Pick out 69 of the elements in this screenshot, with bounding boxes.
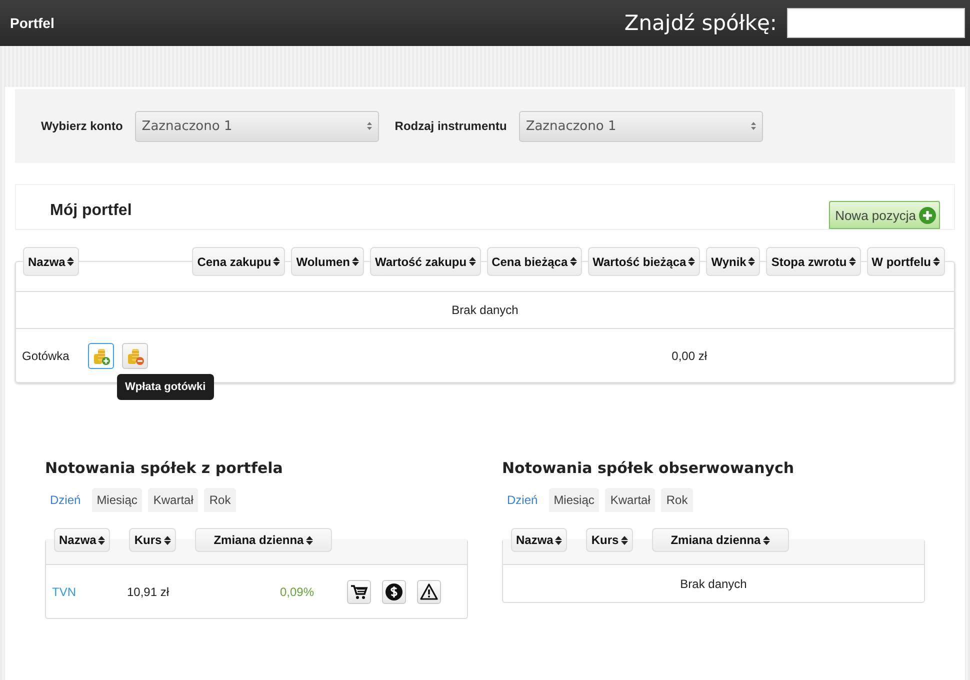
sort-icon (848, 257, 856, 266)
column-header[interactable]: Zmiana dzienna (652, 528, 789, 552)
select-field[interactable]: Zaznaczono 1 (134, 110, 379, 142)
column-header[interactable]: W portfelu (866, 247, 945, 276)
select-field[interactable]: Zaznaczono 1 (518, 110, 763, 142)
sort-icon (688, 257, 696, 266)
column-header[interactable]: Wartość zakupu (370, 247, 481, 276)
cart-button[interactable] (347, 580, 371, 604)
section-title: Mój portfel (50, 202, 132, 220)
tab[interactable]: Kwartał (605, 488, 656, 512)
sort-icon (164, 536, 171, 544)
add-icon (919, 206, 936, 224)
tab[interactable]: Miesiąc (548, 488, 600, 512)
table-cell-text: 0,09% (278, 585, 314, 599)
table-cell-text: 10,91 zł (127, 585, 170, 599)
column-header[interactable]: Kurs (586, 528, 633, 552)
filter-label: Wybierz konto (41, 119, 123, 133)
sort-icon (352, 257, 359, 266)
sort-icon (570, 257, 577, 266)
cart-icon (350, 583, 368, 601)
section-title: Notowania spółek obserwowanych (502, 459, 796, 477)
sort-icon (366, 122, 372, 130)
cash-value: 0,00 zł (672, 349, 707, 363)
sort-icon (98, 536, 106, 544)
search-field[interactable] (787, 8, 965, 38)
warning-icon (420, 583, 438, 601)
column-header[interactable]: Wynik (706, 247, 760, 276)
dollar-icon (385, 583, 403, 601)
sort-icon (620, 536, 628, 544)
coins-icon (126, 347, 144, 365)
column-header[interactable]: Cena bieżąca (486, 247, 582, 276)
section-title: Notowania spółek z portfela (45, 459, 284, 477)
coins-icon (92, 347, 110, 365)
sort-icon (748, 257, 756, 266)
tab[interactable]: Rok (661, 488, 693, 512)
sort-icon (750, 122, 756, 130)
withdraw-button[interactable] (122, 343, 148, 369)
column-header[interactable]: Nazwa (23, 247, 80, 276)
cash-label: Gotówka (22, 349, 70, 363)
sort-icon (933, 257, 940, 266)
dollar-button[interactable] (382, 580, 406, 604)
tab[interactable]: Miesiąc (92, 488, 142, 512)
column-header[interactable]: Zmiana dzienna (194, 528, 332, 552)
tab[interactable]: Rok (204, 488, 236, 512)
sort-icon (555, 536, 562, 544)
sort-icon (67, 257, 74, 266)
sort-icon (762, 536, 770, 544)
empty-message: Brak danych (680, 577, 747, 591)
column-header[interactable]: Cena zakupu (192, 247, 286, 276)
deposit-button[interactable] (88, 343, 114, 369)
tooltip: Wpłata gotówki (117, 374, 214, 400)
new-position-button[interactable]: Nowa pozycja (829, 201, 940, 229)
tab[interactable]: Dzień (45, 488, 86, 512)
sort-icon (468, 257, 476, 266)
empty-message: Brak danych (452, 303, 518, 317)
sort-icon (273, 257, 280, 266)
page-title: Portfel (10, 15, 54, 31)
alert-button[interactable] (417, 580, 441, 604)
column-header[interactable]: Nazwa (511, 528, 568, 552)
column-header[interactable]: Stopa zwrotu (766, 247, 861, 276)
column-header[interactable]: Nazwa (54, 528, 110, 552)
tab[interactable]: Dzień (502, 488, 543, 512)
column-header[interactable]: Wolumen (291, 247, 364, 276)
column-header[interactable]: Wartość bieżąca (588, 247, 700, 276)
sort-icon (306, 536, 313, 544)
column-header[interactable]: Kurs (129, 528, 176, 552)
search-label: Znajdź spółkę: (624, 11, 777, 35)
tab[interactable]: Kwartał (148, 488, 198, 512)
filter-label: Rodzaj instrumentu (394, 119, 507, 133)
